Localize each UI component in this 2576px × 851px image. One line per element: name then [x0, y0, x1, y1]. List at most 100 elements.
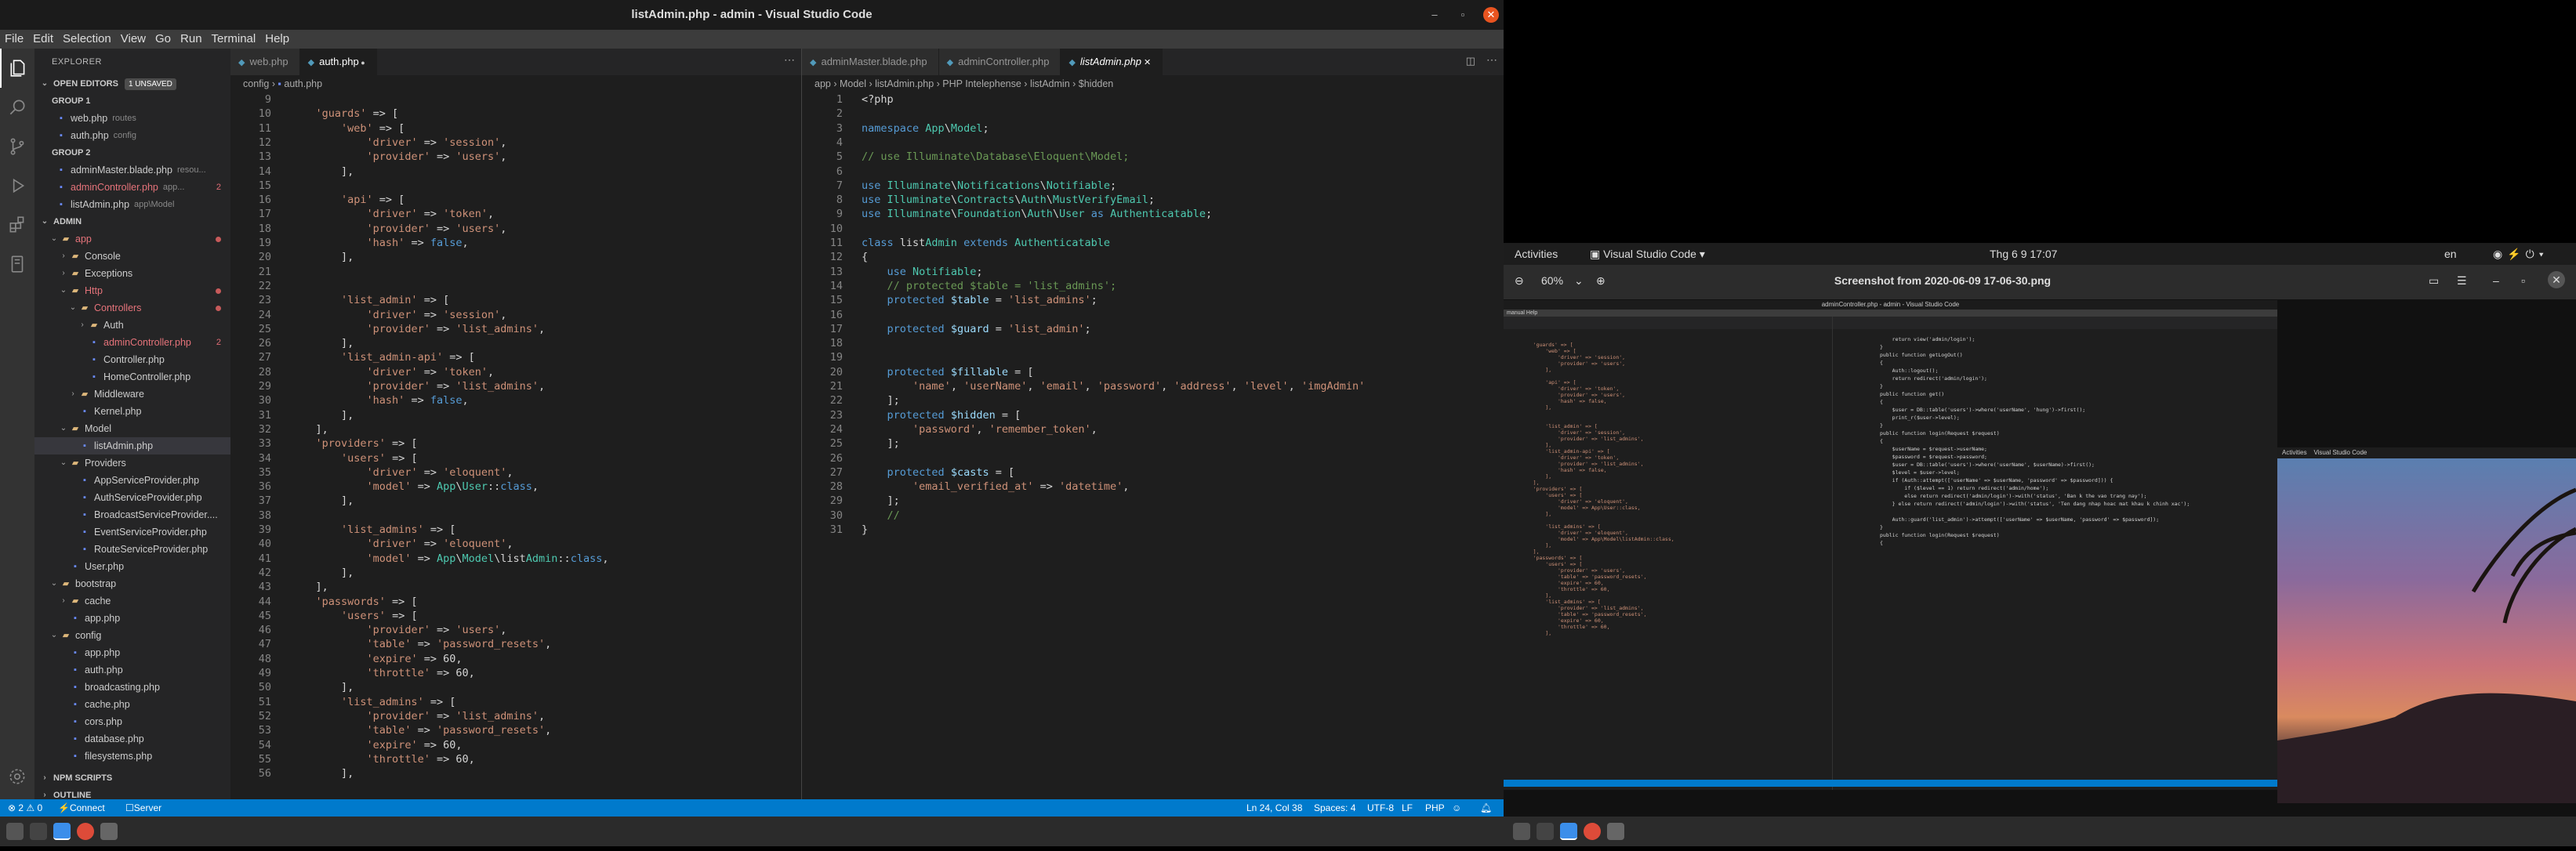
activities-button[interactable]: Activities — [1515, 243, 1558, 265]
vscode-app-icon[interactable] — [1560, 823, 1577, 840]
tree-file[interactable]: ▪ AppServiceProvider.php — [34, 472, 230, 489]
image-properties-icon[interactable]: ▭ — [2429, 274, 2439, 288]
tree-folder[interactable]: ⌄ ▰ Http — [34, 282, 230, 299]
indentation[interactable]: Spaces: 4 — [1314, 799, 1355, 817]
clock[interactable]: Thg 6 9 17:07 — [1990, 243, 2057, 265]
code-line[interactable]: 'users' => [ — [290, 451, 418, 466]
code-line[interactable]: ], — [290, 336, 354, 351]
tree-folder[interactable]: ⌄ ▰ bootstrap — [34, 575, 230, 592]
menu-go[interactable]: Go — [151, 30, 176, 49]
code-line[interactable]: ], — [290, 766, 354, 781]
code-line[interactable]: 'guards' => [ — [290, 107, 399, 121]
unsaved-dot-icon[interactable]: ● — [359, 59, 365, 67]
code-line[interactable]: 'driver' => 'session', — [290, 308, 507, 323]
code-line[interactable]: 'list_admin' => [ — [290, 293, 449, 308]
open-editor-item[interactable]: ▪ adminMaster.blade.php resou... — [34, 161, 230, 179]
minimize-button[interactable]: – — [1427, 7, 1442, 23]
code-line[interactable]: 'hash' => false, — [290, 393, 469, 408]
vscode-app-icon[interactable] — [53, 823, 71, 840]
npm-scripts-header[interactable]: › NPM SCRIPTS — [34, 770, 230, 787]
language-mode[interactable]: PHP — [1425, 799, 1445, 817]
project-header[interactable]: ⌄ ADMIN — [34, 213, 230, 230]
code-line[interactable]: { — [862, 250, 868, 265]
tree-file[interactable]: ▪ app.php — [34, 644, 230, 661]
code-line[interactable]: 'users' => [ — [290, 609, 418, 624]
code-line[interactable]: ]; — [862, 393, 900, 408]
menu-help[interactable]: Help — [260, 30, 294, 49]
feedback-icon[interactable]: ☺ — [1452, 799, 1461, 817]
menu-selection[interactable]: Selection — [58, 30, 116, 49]
code-line[interactable]: use Notifiable; — [862, 265, 983, 280]
code-line[interactable]: 'throttle' => 60, — [290, 752, 475, 767]
code-line[interactable]: <?php — [862, 92, 894, 107]
code-line[interactable]: 'driver' => 'session', — [290, 136, 507, 150]
code-line[interactable]: ], — [290, 494, 354, 509]
close-tab-icon[interactable]: ✕ — [1141, 58, 1151, 67]
cursor-position[interactable]: Ln 24, Col 38 — [1246, 799, 1302, 817]
code-line[interactable]: 'table' => 'password_resets', — [290, 637, 552, 652]
code-line[interactable]: protected $guard = 'list_admin'; — [862, 322, 1091, 337]
code-line[interactable]: } — [862, 523, 868, 538]
close-icon[interactable]: ✕ — [2548, 271, 2565, 288]
code-line[interactable]: 'list_admins' => [ — [290, 695, 455, 710]
code-line[interactable]: ], — [290, 165, 354, 179]
code-line[interactable]: use Illuminate\Notifications\Notifiable; — [862, 179, 1116, 194]
code-line[interactable]: 'password', 'remember_token', — [862, 422, 1098, 437]
problems-indicator[interactable]: ⊗ 2 ⚠ 0 — [8, 799, 42, 817]
code-line[interactable]: 'provider' => 'users', — [290, 222, 507, 237]
code-line[interactable]: 'email_verified_at' => 'datetime', — [862, 480, 1129, 494]
notifications-bell-icon[interactable]: 🔔︎ — [1480, 799, 1492, 817]
code-line[interactable]: 'table' => 'password_resets', — [290, 723, 552, 738]
code-line[interactable]: ], — [290, 580, 328, 595]
breadcrumb-item[interactable]: PHP Intelephense — [942, 78, 1021, 89]
explorer-icon[interactable] — [0, 49, 34, 88]
terminal-app-icon[interactable] — [1537, 823, 1554, 840]
source-control-icon[interactable] — [0, 127, 34, 166]
menu-run[interactable]: Run — [176, 30, 207, 49]
tree-file[interactable]: ▪ broadcasting.php — [34, 679, 230, 696]
menu-terminal[interactable]: Terminal — [207, 30, 261, 49]
minimize-icon[interactable]: – — [2493, 274, 2499, 287]
code-line[interactable]: // use Illuminate\Database\Eloquent\Mode… — [862, 150, 1129, 165]
maximize-button[interactable]: ▫ — [1455, 7, 1471, 23]
menu-view[interactable]: View — [116, 30, 151, 49]
breadcrumb-item[interactable]: listAdmin — [1030, 78, 1070, 89]
tree-file[interactable]: ▪ auth.php — [34, 661, 230, 679]
tree-file[interactable]: ▪ AuthServiceProvider.php — [34, 489, 230, 506]
code-line[interactable]: ]; — [862, 494, 900, 509]
code-line[interactable]: protected $hidden = [ — [862, 408, 1021, 423]
tree-file[interactable]: ▪ BroadcastServiceProvider.... — [34, 506, 230, 523]
code-line[interactable]: 'driver' => 'token', — [290, 365, 495, 380]
code-line[interactable]: protected $casts = [ — [862, 465, 1015, 480]
breadcrumb-item[interactable]: listAdmin.php — [875, 78, 934, 89]
open-editors-header[interactable]: ⌄ OPEN EDITORS 1 UNSAVED — [34, 75, 230, 92]
tree-file[interactable]: ▪ listAdmin.php — [34, 437, 230, 454]
chrome-app-icon[interactable] — [77, 823, 94, 840]
code-line[interactable]: // — [862, 509, 900, 523]
more-actions-icon[interactable]: ⋯ — [1486, 53, 1497, 67]
code-line[interactable]: 'provider' => 'list_admins', — [290, 379, 546, 394]
connect-button[interactable]: ⚡ Connect — [58, 799, 105, 817]
remote-explorer-icon[interactable] — [0, 244, 34, 284]
menu-file[interactable]: File — [0, 30, 28, 49]
server-status[interactable]: ☐ Server not selected — [125, 799, 169, 848]
code-line[interactable]: ], — [290, 566, 354, 581]
code-line[interactable]: 'hash' => false, — [290, 236, 469, 251]
open-editor-item[interactable]: ▪ listAdmin.php app\Model — [34, 196, 230, 213]
tree-file[interactable]: ▪ cache.php — [34, 696, 230, 713]
code-line[interactable]: 'driver' => 'eloquent', — [290, 537, 513, 552]
code-line[interactable]: 'model' => App\User::class, — [290, 480, 539, 494]
tree-file[interactable]: ▪ EventServiceProvider.php — [34, 523, 230, 541]
more-actions-icon[interactable]: ⋯ — [784, 53, 795, 67]
open-editor-item[interactable]: ▪ auth.php config — [34, 127, 230, 144]
tree-file[interactable]: ▪ filesystems.php — [34, 748, 230, 765]
editor-tab[interactable]: ◆ web.php — [230, 49, 300, 75]
code-line[interactable]: 'provider' => 'users', — [290, 150, 507, 165]
code-line[interactable]: 'passwords' => [ — [290, 595, 418, 610]
settings-gear-icon[interactable] — [0, 757, 34, 796]
tree-folder[interactable]: › ▰ cache — [34, 592, 230, 610]
tree-file[interactable]: ▪ Controller.php — [34, 351, 230, 368]
code-line[interactable]: namespace App\Model; — [862, 121, 989, 136]
code-line[interactable]: ], — [290, 408, 354, 423]
breadcrumb-item[interactable]: $hidden — [1079, 78, 1114, 89]
